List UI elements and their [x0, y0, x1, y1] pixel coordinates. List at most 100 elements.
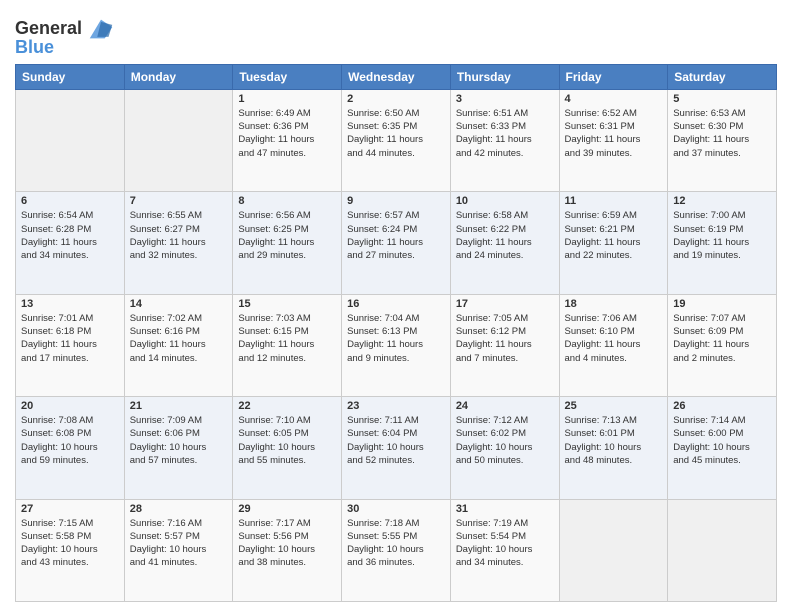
logo-icon — [86, 14, 116, 44]
day-number: 12 — [673, 195, 771, 207]
cell-info: Sunrise: 7:10 AM Sunset: 6:05 PM Dayligh… — [238, 414, 336, 467]
calendar-cell: 12Sunrise: 7:00 AM Sunset: 6:19 PM Dayli… — [668, 192, 777, 294]
cell-info: Sunrise: 7:18 AM Sunset: 5:55 PM Dayligh… — [347, 517, 445, 570]
day-number: 15 — [238, 298, 336, 310]
cell-info: Sunrise: 6:56 AM Sunset: 6:25 PM Dayligh… — [238, 209, 336, 262]
cell-info: Sunrise: 6:58 AM Sunset: 6:22 PM Dayligh… — [456, 209, 554, 262]
cell-info: Sunrise: 6:50 AM Sunset: 6:35 PM Dayligh… — [347, 107, 445, 160]
day-number: 20 — [21, 400, 119, 412]
calendar-header-row: SundayMondayTuesdayWednesdayThursdayFrid… — [16, 64, 777, 89]
day-header-friday: Friday — [559, 64, 668, 89]
calendar-week-row: 13Sunrise: 7:01 AM Sunset: 6:18 PM Dayli… — [16, 294, 777, 396]
calendar-cell: 27 Sunrise: 7:15 AM Sunset: 5:58 PM Dayli… — [16, 499, 125, 601]
calendar-cell: 31 Sunrise: 7:19 AM Sunset: 5:54 PM Dayli… — [450, 499, 559, 601]
calendar-cell: 22 Sunrise: 7:10 AM Sunset: 6:05 PM Dayli… — [233, 397, 342, 499]
cell-info: Sunrise: 7:03 AM Sunset: 6:15 PM Dayligh… — [238, 312, 336, 365]
day-number: 1 — [238, 93, 336, 105]
calendar-cell: 24 Sunrise: 7:12 AM Sunset: 6:02 PM Dayli… — [450, 397, 559, 499]
header: General Blue — [15, 10, 777, 58]
day-number: 19 — [673, 298, 771, 310]
cell-info: Sunrise: 6:57 AM Sunset: 6:24 PM Dayligh… — [347, 209, 445, 262]
calendar-cell: 14Sunrise: 7:02 AM Sunset: 6:16 PM Dayli… — [124, 294, 233, 396]
cell-info: Sunrise: 7:06 AM Sunset: 6:10 PM Dayligh… — [565, 312, 663, 365]
day-number: 18 — [565, 298, 663, 310]
cell-info: Sunrise: 7:05 AM Sunset: 6:12 PM Dayligh… — [456, 312, 554, 365]
cell-info: Sunrise: 7:15 AM Sunset: 5:58 PM Dayligh… — [21, 517, 119, 570]
calendar-cell: 5Sunrise: 6:53 AM Sunset: 6:30 PM Daylig… — [668, 89, 777, 191]
calendar-cell: 7 Sunrise: 6:55 AM Sunset: 6:27 PM Daylig… — [124, 192, 233, 294]
calendar-table: SundayMondayTuesdayWednesdayThursdayFrid… — [15, 64, 777, 602]
day-number: 11 — [565, 195, 663, 207]
calendar-week-row: 20 Sunrise: 7:08 AM Sunset: 6:08 PM Dayli… — [16, 397, 777, 499]
day-header-thursday: Thursday — [450, 64, 559, 89]
day-number: 27 — [21, 503, 119, 515]
calendar-cell: 8 Sunrise: 6:56 AM Sunset: 6:25 PM Daylig… — [233, 192, 342, 294]
day-header-tuesday: Tuesday — [233, 64, 342, 89]
day-number: 17 — [456, 298, 554, 310]
day-header-wednesday: Wednesday — [342, 64, 451, 89]
calendar-cell: 3 Sunrise: 6:51 AM Sunset: 6:33 PM Daylig… — [450, 89, 559, 191]
day-header-monday: Monday — [124, 64, 233, 89]
day-number: 5 — [673, 93, 771, 105]
calendar-cell: 11 Sunrise: 6:59 AM Sunset: 6:21 PM Dayli… — [559, 192, 668, 294]
calendar-cell: 26 Sunrise: 7:14 AM Sunset: 6:00 PM Dayli… — [668, 397, 777, 499]
day-number: 9 — [347, 195, 445, 207]
cell-info: Sunrise: 6:51 AM Sunset: 6:33 PM Dayligh… — [456, 107, 554, 160]
day-number: 23 — [347, 400, 445, 412]
cell-info: Sunrise: 6:59 AM Sunset: 6:21 PM Dayligh… — [565, 209, 663, 262]
day-number: 28 — [130, 503, 228, 515]
calendar-cell: 17 Sunrise: 7:05 AM Sunset: 6:12 PM Dayli… — [450, 294, 559, 396]
calendar-cell: 10Sunrise: 6:58 AM Sunset: 6:22 PM Dayli… — [450, 192, 559, 294]
cell-info: Sunrise: 6:55 AM Sunset: 6:27 PM Dayligh… — [130, 209, 228, 262]
day-number: 31 — [456, 503, 554, 515]
day-number: 22 — [238, 400, 336, 412]
day-number: 16 — [347, 298, 445, 310]
calendar-cell: 21Sunrise: 7:09 AM Sunset: 6:06 PM Dayli… — [124, 397, 233, 499]
day-header-sunday: Sunday — [16, 64, 125, 89]
calendar-cell: 25Sunrise: 7:13 AM Sunset: 6:01 PM Dayli… — [559, 397, 668, 499]
day-number: 2 — [347, 93, 445, 105]
logo-text-line1: General — [15, 19, 82, 39]
cell-info: Sunrise: 7:08 AM Sunset: 6:08 PM Dayligh… — [21, 414, 119, 467]
day-number: 8 — [238, 195, 336, 207]
cell-info: Sunrise: 7:12 AM Sunset: 6:02 PM Dayligh… — [456, 414, 554, 467]
day-number: 30 — [347, 503, 445, 515]
cell-info: Sunrise: 7:04 AM Sunset: 6:13 PM Dayligh… — [347, 312, 445, 365]
calendar-cell: 18 Sunrise: 7:06 AM Sunset: 6:10 PM Dayli… — [559, 294, 668, 396]
cell-info: Sunrise: 7:19 AM Sunset: 5:54 PM Dayligh… — [456, 517, 554, 570]
calendar-cell — [124, 89, 233, 191]
calendar-week-row: 6 Sunrise: 6:54 AM Sunset: 6:28 PM Daylig… — [16, 192, 777, 294]
calendar-cell — [16, 89, 125, 191]
day-number: 13 — [21, 298, 119, 310]
day-number: 6 — [21, 195, 119, 207]
calendar-cell: 23 Sunrise: 7:11 AM Sunset: 6:04 PM Dayli… — [342, 397, 451, 499]
day-number: 4 — [565, 93, 663, 105]
day-number: 3 — [456, 93, 554, 105]
calendar-cell: 2 Sunrise: 6:50 AM Sunset: 6:35 PM Daylig… — [342, 89, 451, 191]
day-number: 14 — [130, 298, 228, 310]
calendar-cell: 4 Sunrise: 6:52 AM Sunset: 6:31 PM Daylig… — [559, 89, 668, 191]
calendar-cell: 15 Sunrise: 7:03 AM Sunset: 6:15 PM Dayli… — [233, 294, 342, 396]
calendar-cell: 9 Sunrise: 6:57 AM Sunset: 6:24 PM Daylig… — [342, 192, 451, 294]
cell-info: Sunrise: 7:16 AM Sunset: 5:57 PM Dayligh… — [130, 517, 228, 570]
calendar-cell — [668, 499, 777, 601]
day-number: 7 — [130, 195, 228, 207]
cell-info: Sunrise: 6:54 AM Sunset: 6:28 PM Dayligh… — [21, 209, 119, 262]
calendar-cell: 20 Sunrise: 7:08 AM Sunset: 6:08 PM Dayli… — [16, 397, 125, 499]
day-number: 24 — [456, 400, 554, 412]
cell-info: Sunrise: 6:49 AM Sunset: 6:36 PM Dayligh… — [238, 107, 336, 160]
day-number: 25 — [565, 400, 663, 412]
calendar-cell — [559, 499, 668, 601]
cell-info: Sunrise: 6:52 AM Sunset: 6:31 PM Dayligh… — [565, 107, 663, 160]
cell-info: Sunrise: 7:14 AM Sunset: 6:00 PM Dayligh… — [673, 414, 771, 467]
cell-info: Sunrise: 7:17 AM Sunset: 5:56 PM Dayligh… — [238, 517, 336, 570]
calendar-cell: 1 Sunrise: 6:49 AM Sunset: 6:36 PM Daylig… — [233, 89, 342, 191]
day-number: 26 — [673, 400, 771, 412]
day-number: 29 — [238, 503, 336, 515]
cell-info: Sunrise: 7:11 AM Sunset: 6:04 PM Dayligh… — [347, 414, 445, 467]
day-number: 21 — [130, 400, 228, 412]
calendar-week-row: 1 Sunrise: 6:49 AM Sunset: 6:36 PM Daylig… — [16, 89, 777, 191]
calendar-cell: 28 Sunrise: 7:16 AM Sunset: 5:57 PM Dayli… — [124, 499, 233, 601]
calendar-cell: 30 Sunrise: 7:18 AM Sunset: 5:55 PM Dayli… — [342, 499, 451, 601]
calendar-week-row: 27 Sunrise: 7:15 AM Sunset: 5:58 PM Dayli… — [16, 499, 777, 601]
